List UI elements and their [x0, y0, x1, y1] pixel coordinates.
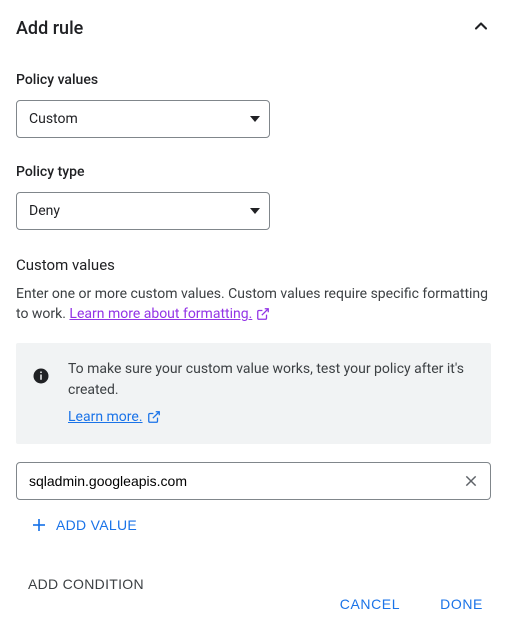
add-value-button[interactable]: ADD VALUE — [26, 510, 141, 540]
policy-values-select[interactable]: Custom — [16, 100, 270, 138]
info-text: To make sure your custom value works, te… — [68, 359, 475, 428]
info-box: To make sure your custom value works, te… — [16, 343, 491, 444]
footer-actions: CANCEL DONE — [332, 590, 491, 618]
policy-type-value: Deny — [16, 192, 270, 230]
policy-type-label: Policy type — [16, 164, 491, 180]
info-learn-more-link[interactable]: Learn more. — [68, 407, 161, 428]
info-message: To make sure your custom value works, te… — [68, 359, 475, 401]
header: Add rule — [16, 16, 491, 40]
external-link-icon — [147, 410, 161, 424]
done-button[interactable]: DONE — [432, 590, 491, 618]
chevron-up-icon — [471, 16, 491, 36]
policy-values-value: Custom — [16, 100, 270, 138]
panel-title: Add rule — [16, 18, 83, 39]
learn-formatting-link[interactable]: Learn more about formatting. — [69, 304, 270, 324]
info-icon-column — [32, 359, 50, 428]
collapse-toggle[interactable] — [471, 16, 491, 40]
info-icon — [32, 367, 50, 385]
close-icon — [463, 473, 479, 489]
custom-value-input[interactable] — [16, 462, 491, 500]
plus-icon — [30, 516, 48, 534]
custom-values-heading: Custom values — [16, 256, 491, 274]
clear-value-button[interactable] — [459, 469, 483, 493]
policy-type-select[interactable]: Deny — [16, 192, 270, 230]
custom-values-helper: Enter one or more custom values. Custom … — [16, 284, 491, 325]
add-condition-button[interactable]: ADD CONDITION — [28, 572, 144, 596]
cancel-button[interactable]: CANCEL — [332, 590, 408, 618]
add-value-label: ADD VALUE — [56, 517, 137, 533]
policy-values-label: Policy values — [16, 72, 491, 88]
external-link-icon — [256, 307, 270, 321]
custom-value-row — [16, 462, 491, 500]
